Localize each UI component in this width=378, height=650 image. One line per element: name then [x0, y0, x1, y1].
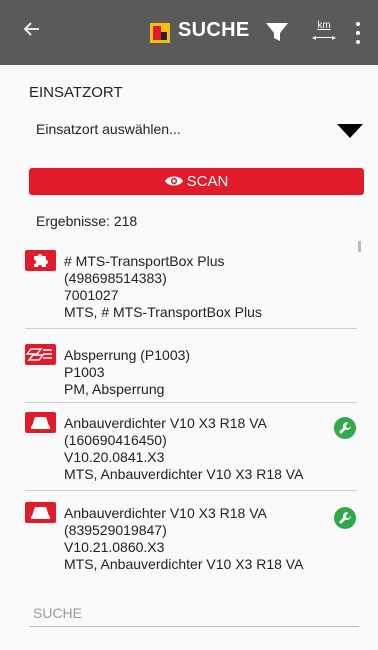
transportbox-puzzle-icon	[25, 250, 56, 271]
wrench-icon[interactable]	[334, 417, 356, 439]
scrollbar[interactable]	[358, 241, 361, 252]
distance-km-icon[interactable]: km ◂ ▸	[312, 20, 336, 46]
compactor-icon	[25, 502, 56, 523]
location-label: EINSATZORT	[29, 84, 123, 101]
scan-button[interactable]: SCAN	[29, 168, 364, 195]
compactor-icon	[25, 412, 56, 433]
eye-icon	[164, 176, 183, 186]
search-input[interactable]	[29, 602, 367, 624]
divider	[25, 490, 357, 491]
scan-label: SCAN	[186, 173, 229, 190]
list-item[interactable]: # MTS-TransportBox Plus (498698514383) 7…	[25, 240, 357, 329]
back-arrow-icon[interactable]	[14, 14, 50, 50]
item-text: Anbauverdichter V10 X3 R18 VA (839529019…	[64, 505, 304, 572]
filter-icon[interactable]	[265, 20, 289, 44]
page-title: SUCHE	[178, 19, 250, 41]
divider	[25, 328, 357, 329]
barrier-icon	[25, 344, 56, 365]
item-text: Absperrung (P1003) P1003 PM, Absperrung	[64, 347, 191, 397]
results-count: Ergebnisse: 218	[36, 213, 138, 229]
app-bar: SUCHE km ◂ ▸	[0, 0, 378, 65]
item-text: # MTS-TransportBox Plus (498698514383) 7…	[64, 253, 262, 320]
list-item[interactable]: Anbauverdichter V10 X3 R18 VA (160690416…	[25, 402, 357, 491]
dropdown-caret-icon	[337, 124, 363, 138]
list-item[interactable]: Anbauverdichter V10 X3 R18 VA (839529019…	[25, 492, 357, 576]
app-logo-icon	[150, 23, 170, 43]
search-underline	[29, 626, 359, 627]
location-select[interactable]: Einsatzort auswählen...	[29, 112, 365, 146]
km-label: km	[317, 20, 331, 31]
location-select-value: Einsatzort auswählen...	[36, 121, 181, 137]
more-vert-icon[interactable]	[352, 20, 364, 46]
list-item[interactable]: Absperrung (P1003) P1003 PM, Absperrung	[25, 334, 357, 403]
item-text: Anbauverdichter V10 X3 R18 VA (160690416…	[64, 415, 304, 482]
wrench-icon[interactable]	[334, 507, 356, 529]
